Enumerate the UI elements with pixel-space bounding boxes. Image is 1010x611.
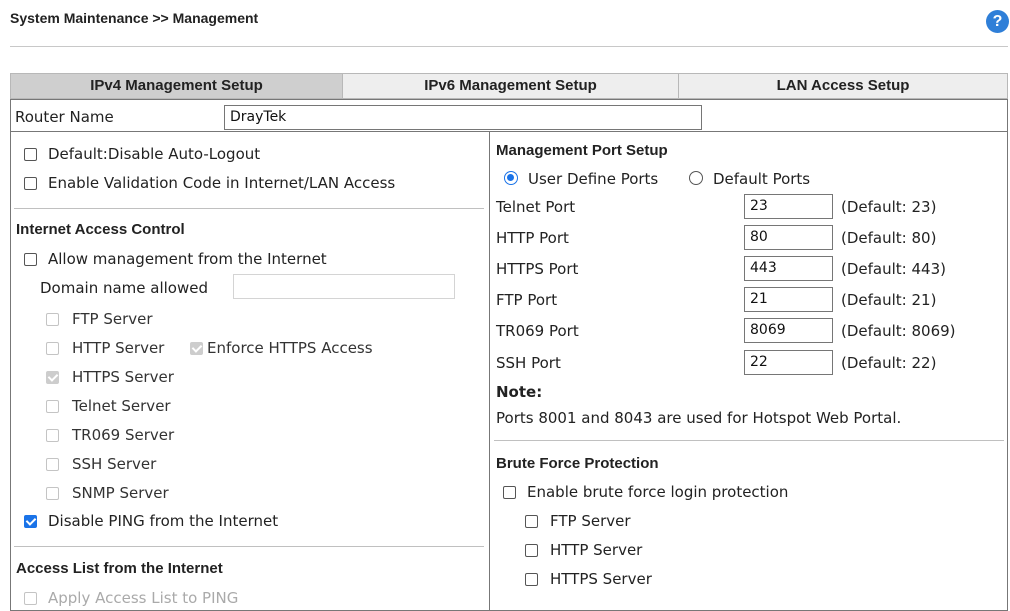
telnet-server-label: Telnet Server <box>72 397 171 415</box>
default-ports-radio[interactable] <box>689 171 703 185</box>
https-port-default: (Default: 443) <box>841 260 946 278</box>
bf-ftp-server-checkbox[interactable] <box>525 515 538 528</box>
bf-ftp-server-label: FTP Server <box>550 512 631 530</box>
apply-access-list-checkbox[interactable] <box>24 592 37 605</box>
ssh-port-default: (Default: 22) <box>841 354 937 372</box>
note-text: Ports 8001 and 8043 are used for Hotspot… <box>496 409 902 427</box>
default-ports-label: Default Ports <box>713 170 811 188</box>
enforce-https-checkbox[interactable] <box>190 342 203 355</box>
enforce-https-label: Enforce HTTPS Access <box>207 339 373 357</box>
brute-force-enable-label: Enable brute force login protection <box>527 483 789 501</box>
brute-force-heading: Brute Force Protection <box>496 455 659 472</box>
http-server-label: HTTP Server <box>72 339 165 357</box>
router-name-label: Router Name <box>15 108 114 126</box>
help-icon[interactable]: ? <box>986 10 1009 33</box>
tab-bar: IPv4 Management Setup IPv6 Management Se… <box>10 73 1008 99</box>
allow-management-label: Allow management from the Internet <box>48 250 327 268</box>
allow-management-checkbox[interactable] <box>24 253 37 266</box>
management-port-setup-heading: Management Port Setup <box>496 142 668 159</box>
telnet-port-label: Telnet Port <box>496 198 576 216</box>
header-divider <box>10 46 1008 47</box>
router-name-input[interactable]: DrayTek <box>224 105 702 130</box>
snmp-server-label: SNMP Server <box>72 484 169 502</box>
tr069-server-checkbox[interactable] <box>46 429 59 442</box>
divider <box>14 546 484 547</box>
auto-logout-label: Default:Disable Auto-Logout <box>48 145 261 163</box>
snmp-server-checkbox[interactable] <box>46 487 59 500</box>
ftp-port-default: (Default: 21) <box>841 291 937 309</box>
telnet-port-default: (Default: 23) <box>841 198 937 216</box>
ssh-port-label: SSH Port <box>496 354 561 372</box>
validation-code-checkbox[interactable] <box>24 177 37 190</box>
ftp-server-checkbox[interactable] <box>46 313 59 326</box>
http-server-checkbox[interactable] <box>46 342 59 355</box>
note-label: Note: <box>496 383 543 401</box>
http-port-input[interactable]: 80 <box>744 225 833 250</box>
http-port-default: (Default: 80) <box>841 229 937 247</box>
https-port-input[interactable]: 443 <box>744 256 833 281</box>
divider <box>494 440 1004 441</box>
ftp-port-input[interactable]: 21 <box>744 287 833 312</box>
bf-https-server-label: HTTPS Server <box>550 570 652 588</box>
bf-http-server-label: HTTP Server <box>550 541 643 559</box>
access-list-heading: Access List from the Internet <box>16 560 223 577</box>
auto-logout-checkbox[interactable] <box>24 148 37 161</box>
divider <box>14 208 484 209</box>
https-port-label: HTTPS Port <box>496 260 579 278</box>
tr069-server-label: TR069 Server <box>72 426 175 444</box>
brute-force-enable-checkbox[interactable] <box>503 486 516 499</box>
tr069-port-label: TR069 Port <box>496 322 579 340</box>
bf-http-server-checkbox[interactable] <box>525 544 538 557</box>
user-define-ports-label: User Define Ports <box>528 170 659 188</box>
disable-ping-checkbox[interactable] <box>24 515 37 528</box>
apply-access-list-label: Apply Access List to PING <box>48 589 239 607</box>
https-server-checkbox[interactable] <box>46 371 59 384</box>
ftp-server-label: FTP Server <box>72 310 153 328</box>
validation-code-label: Enable Validation Code in Internet/LAN A… <box>48 174 396 192</box>
domain-name-input[interactable] <box>233 274 455 299</box>
bf-https-server-checkbox[interactable] <box>525 573 538 586</box>
tr069-port-default: (Default: 8069) <box>841 322 956 340</box>
https-server-label: HTTPS Server <box>72 368 174 386</box>
tab-lan-access[interactable]: LAN Access Setup <box>679 74 1007 98</box>
telnet-port-input[interactable]: 23 <box>744 194 833 219</box>
domain-name-label: Domain name allowed <box>40 279 209 297</box>
ssh-server-label: SSH Server <box>72 455 157 473</box>
tab-ipv4-management[interactable]: IPv4 Management Setup <box>11 74 343 98</box>
user-define-ports-radio[interactable] <box>504 171 518 185</box>
page-title: System Maintenance >> Management <box>10 10 259 26</box>
ssh-server-checkbox[interactable] <box>46 458 59 471</box>
tab-ipv6-management[interactable]: IPv6 Management Setup <box>343 74 679 98</box>
telnet-server-checkbox[interactable] <box>46 400 59 413</box>
ssh-port-input[interactable]: 22 <box>744 350 833 375</box>
internet-access-control-heading: Internet Access Control <box>16 221 185 238</box>
tr069-port-input[interactable]: 8069 <box>744 318 833 343</box>
disable-ping-label: Disable PING from the Internet <box>48 512 279 530</box>
ftp-port-label: FTP Port <box>496 291 558 309</box>
http-port-label: HTTP Port <box>496 229 569 247</box>
